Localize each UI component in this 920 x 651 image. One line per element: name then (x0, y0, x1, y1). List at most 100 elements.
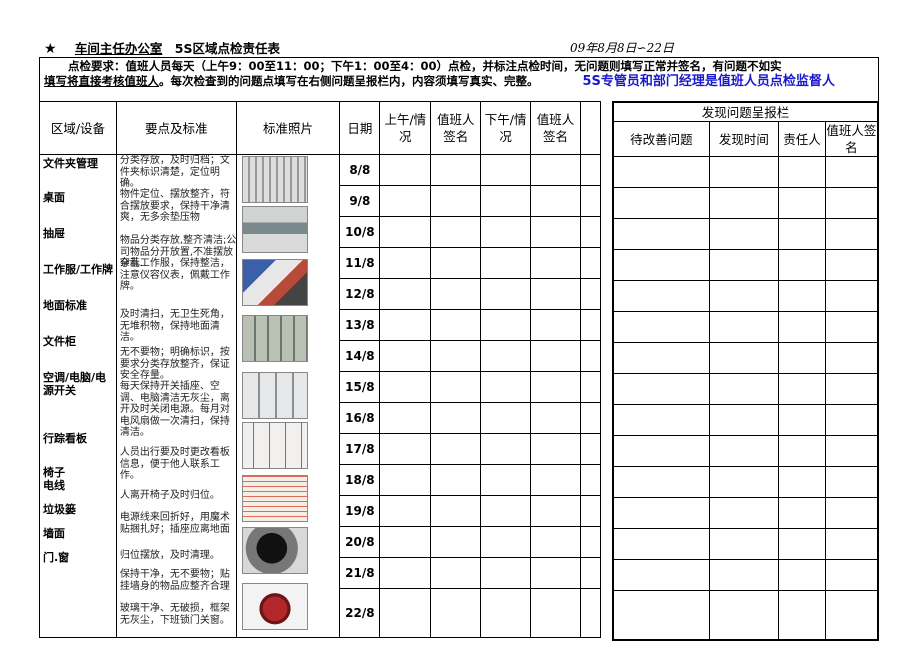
extra-cell[interactable] (579, 402, 602, 434)
duty-sign-cell[interactable] (824, 435, 879, 467)
duty-sign-cell[interactable] (824, 218, 879, 250)
found-time-cell[interactable] (708, 156, 780, 188)
owner-cell[interactable] (778, 559, 826, 591)
owner-cell[interactable] (778, 249, 826, 281)
problem-cell[interactable] (612, 342, 710, 374)
problem-cell[interactable] (612, 218, 710, 250)
problem-cell[interactable] (612, 187, 710, 219)
pm-status-cell[interactable] (480, 588, 532, 638)
owner-cell[interactable] (778, 435, 826, 467)
pm-status-cell[interactable] (480, 402, 532, 434)
extra-cell[interactable] (579, 185, 602, 217)
am-status-cell[interactable] (379, 526, 432, 558)
found-time-cell[interactable] (708, 497, 780, 529)
pm-sign-cell[interactable] (530, 340, 581, 372)
owner-cell[interactable] (778, 497, 826, 529)
pm-status-cell[interactable] (480, 464, 532, 496)
found-time-cell[interactable] (708, 404, 780, 436)
pm-sign-cell[interactable] (530, 216, 581, 248)
found-time-cell[interactable] (708, 187, 780, 219)
found-time-cell[interactable] (708, 311, 780, 343)
duty-sign-cell[interactable] (824, 497, 879, 529)
found-time-cell[interactable] (708, 342, 780, 374)
found-time-cell[interactable] (708, 435, 780, 467)
duty-sign-cell[interactable] (824, 590, 879, 641)
pm-sign-cell[interactable] (530, 371, 581, 403)
pm-sign-cell[interactable] (530, 433, 581, 465)
am-sign-cell[interactable] (430, 340, 482, 372)
pm-status-cell[interactable] (480, 557, 532, 589)
am-status-cell[interactable] (379, 185, 432, 217)
owner-cell[interactable] (778, 528, 826, 560)
owner-cell[interactable] (778, 311, 826, 343)
am-sign-cell[interactable] (430, 247, 482, 279)
am-status-cell[interactable] (379, 309, 432, 341)
found-time-cell[interactable] (708, 218, 780, 250)
pm-sign-cell[interactable] (530, 526, 581, 558)
extra-cell[interactable] (579, 309, 602, 341)
pm-sign-cell[interactable] (530, 495, 581, 527)
pm-sign-cell[interactable] (530, 588, 581, 638)
owner-cell[interactable] (778, 590, 826, 641)
extra-cell[interactable] (579, 278, 602, 310)
pm-status-cell[interactable] (480, 340, 532, 372)
pm-status-cell[interactable] (480, 278, 532, 310)
problem-cell[interactable] (612, 466, 710, 498)
am-sign-cell[interactable] (430, 309, 482, 341)
am-sign-cell[interactable] (430, 526, 482, 558)
found-time-cell[interactable] (708, 280, 780, 312)
pm-sign-cell[interactable] (530, 154, 581, 186)
duty-sign-cell[interactable] (824, 187, 879, 219)
am-sign-cell[interactable] (430, 588, 482, 638)
owner-cell[interactable] (778, 373, 826, 405)
extra-cell[interactable] (579, 154, 602, 186)
pm-status-cell[interactable] (480, 185, 532, 217)
owner-cell[interactable] (778, 342, 826, 374)
am-status-cell[interactable] (379, 557, 432, 589)
problem-cell[interactable] (612, 497, 710, 529)
problem-cell[interactable] (612, 156, 710, 188)
extra-cell[interactable] (579, 371, 602, 403)
owner-cell[interactable] (778, 218, 826, 250)
found-time-cell[interactable] (708, 466, 780, 498)
am-status-cell[interactable] (379, 464, 432, 496)
extra-cell[interactable] (579, 216, 602, 248)
duty-sign-cell[interactable] (824, 466, 879, 498)
am-status-cell[interactable] (379, 216, 432, 248)
pm-status-cell[interactable] (480, 371, 532, 403)
problem-cell[interactable] (612, 404, 710, 436)
pm-sign-cell[interactable] (530, 557, 581, 589)
extra-cell[interactable] (579, 526, 602, 558)
pm-sign-cell[interactable] (530, 464, 581, 496)
found-time-cell[interactable] (708, 559, 780, 591)
am-status-cell[interactable] (379, 495, 432, 527)
duty-sign-cell[interactable] (824, 559, 879, 591)
owner-cell[interactable] (778, 187, 826, 219)
pm-status-cell[interactable] (480, 495, 532, 527)
owner-cell[interactable] (778, 156, 826, 188)
duty-sign-cell[interactable] (824, 156, 879, 188)
owner-cell[interactable] (778, 280, 826, 312)
pm-status-cell[interactable] (480, 526, 532, 558)
problem-cell[interactable] (612, 311, 710, 343)
owner-cell[interactable] (778, 404, 826, 436)
pm-status-cell[interactable] (480, 309, 532, 341)
am-sign-cell[interactable] (430, 185, 482, 217)
am-sign-cell[interactable] (430, 557, 482, 589)
pm-sign-cell[interactable] (530, 278, 581, 310)
duty-sign-cell[interactable] (824, 373, 879, 405)
duty-sign-cell[interactable] (824, 404, 879, 436)
am-status-cell[interactable] (379, 588, 432, 638)
found-time-cell[interactable] (708, 590, 780, 641)
am-sign-cell[interactable] (430, 402, 482, 434)
found-time-cell[interactable] (708, 249, 780, 281)
am-sign-cell[interactable] (430, 433, 482, 465)
pm-sign-cell[interactable] (530, 309, 581, 341)
pm-sign-cell[interactable] (530, 185, 581, 217)
problem-cell[interactable] (612, 249, 710, 281)
extra-cell[interactable] (579, 464, 602, 496)
am-status-cell[interactable] (379, 278, 432, 310)
problem-cell[interactable] (612, 280, 710, 312)
extra-cell[interactable] (579, 588, 602, 638)
found-time-cell[interactable] (708, 373, 780, 405)
